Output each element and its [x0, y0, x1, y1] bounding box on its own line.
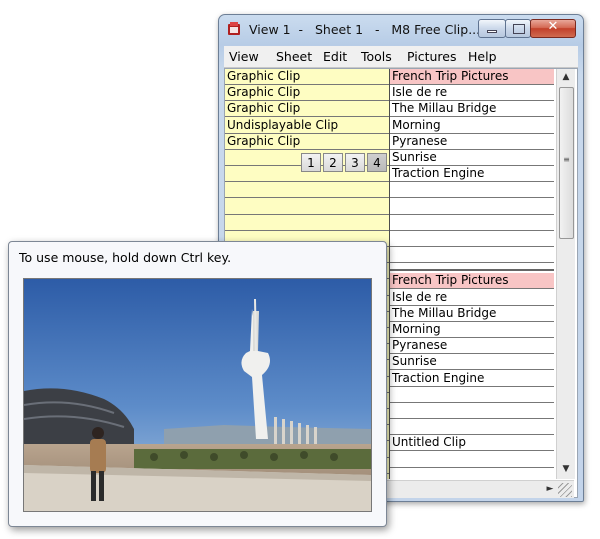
- clip-title-cell[interactable]: Pyranese: [390, 134, 554, 150]
- maximize-icon: [513, 24, 525, 34]
- tooltip-hint-text: To use mouse, hold down Ctrl key.: [19, 250, 232, 265]
- menu-tools[interactable]: Tools: [361, 49, 392, 64]
- clip-preview-image: [23, 278, 372, 512]
- clip-title-cell[interactable]: Traction Engine: [390, 166, 554, 183]
- clip-name-cell[interactable]: Graphic Clip: [225, 85, 389, 102]
- menu-edit[interactable]: Edit: [323, 49, 347, 64]
- scroll-thumb[interactable]: ≡: [559, 87, 574, 239]
- clip-title-cell[interactable]: Untitled Clip: [390, 435, 554, 452]
- clip-title-cell[interactable]: [390, 199, 554, 215]
- clip-title-cell[interactable]: Traction Engine: [390, 371, 554, 387]
- tower-photo: [24, 279, 371, 511]
- page-selector: 1 2 3 4: [301, 153, 389, 172]
- section-header-cell[interactable]: French Trip Pictures: [390, 69, 554, 85]
- close-icon: ✕: [547, 19, 559, 34]
- clip-name-cell[interactable]: [225, 199, 389, 215]
- section-divider: [390, 269, 554, 272]
- clip-title-cell[interactable]: Morning: [390, 118, 554, 134]
- page-button-4[interactable]: 4: [367, 153, 387, 172]
- menu-help[interactable]: Help: [468, 49, 497, 64]
- menu-bar: View Sheet Edit Tools Pictures Help: [224, 46, 578, 68]
- clip-title-cell[interactable]: [390, 247, 554, 264]
- minimize-icon: [487, 30, 497, 33]
- clip-title-column: French Trip Pictures Isle de re The Millau…: [390, 69, 554, 479]
- scroll-right-arrow-icon[interactable]: ►: [542, 481, 558, 498]
- resize-grip-icon[interactable]: [558, 483, 572, 497]
- clip-title-cell[interactable]: [390, 215, 554, 231]
- clip-title-cell[interactable]: Isle de re: [390, 85, 554, 102]
- maximize-button[interactable]: [505, 19, 531, 38]
- title-bar[interactable]: View 1 - Sheet 1 - M8 Free Clip... ✕: [219, 15, 583, 45]
- clip-preview-tooltip: To use mouse, hold down Ctrl key.: [8, 241, 387, 527]
- menu-view[interactable]: View: [229, 49, 259, 64]
- page-button-1[interactable]: 1: [301, 153, 321, 172]
- scroll-down-arrow-icon[interactable]: ▼: [557, 461, 575, 478]
- clip-title-cell[interactable]: Sunrise: [390, 354, 554, 371]
- thumb-grip-icon: ≡: [563, 155, 570, 164]
- close-button[interactable]: ✕: [530, 19, 576, 38]
- clip-title-cell[interactable]: The Millau Bridge: [390, 101, 554, 118]
- clip-title-cell[interactable]: [390, 403, 554, 419]
- scroll-up-arrow-icon[interactable]: ▲: [557, 69, 575, 86]
- vertical-scrollbar[interactable]: ▲ ≡ ▼: [556, 69, 575, 479]
- clip-name-cell[interactable]: Undisplayable Clip: [225, 118, 389, 134]
- menu-pictures[interactable]: Pictures: [407, 49, 457, 64]
- window-title: View 1 - Sheet 1 - M8 Free Clip...: [249, 22, 481, 37]
- clip-name-cell[interactable]: [225, 182, 389, 199]
- clip-name-cell[interactable]: Graphic Clip: [225, 101, 389, 118]
- clip-title-cell[interactable]: [390, 231, 554, 247]
- clip-title-cell[interactable]: Pyranese: [390, 338, 554, 355]
- app-icon[interactable]: [227, 22, 241, 36]
- menu-sheet[interactable]: Sheet: [276, 49, 312, 64]
- page-button-2[interactable]: 2: [323, 153, 343, 172]
- clip-title-cell[interactable]: [390, 452, 554, 468]
- section-header-cell[interactable]: French Trip Pictures: [390, 273, 554, 290]
- page-button-3[interactable]: 3: [345, 153, 365, 172]
- clip-title-cell[interactable]: [390, 419, 554, 436]
- minimize-button[interactable]: [478, 19, 506, 38]
- clip-title-cell[interactable]: Morning: [390, 322, 554, 338]
- clip-name-cell[interactable]: [225, 215, 389, 231]
- clip-name-cell[interactable]: Graphic Clip: [225, 134, 389, 150]
- clip-title-cell[interactable]: Sunrise: [390, 150, 554, 166]
- clip-name-cell[interactable]: Graphic Clip: [225, 69, 389, 85]
- clip-title-cell[interactable]: [390, 182, 554, 199]
- clip-title-cell[interactable]: The Millau Bridge: [390, 306, 554, 322]
- clip-title-cell[interactable]: Isle de re: [390, 290, 554, 306]
- clip-title-cell[interactable]: [390, 387, 554, 403]
